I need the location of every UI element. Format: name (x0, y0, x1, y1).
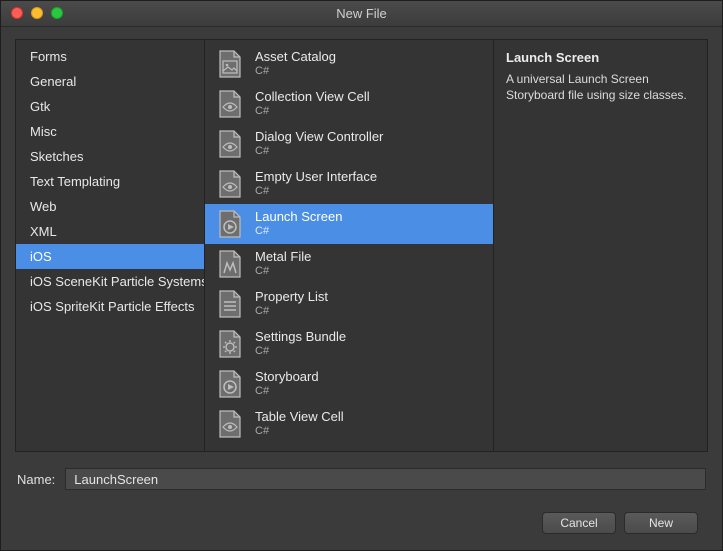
cancel-button[interactable]: Cancel (542, 512, 616, 534)
template-item[interactable]: Metal FileC# (205, 244, 493, 284)
template-title: Dialog View Controller (255, 130, 383, 144)
template-item[interactable]: Settings BundleC# (205, 324, 493, 364)
name-row: Name: (17, 468, 706, 490)
doc-eye-icon (215, 168, 245, 200)
category-item[interactable]: iOS (16, 244, 204, 269)
template-text: Metal FileC# (255, 250, 311, 278)
template-title: Asset Catalog (255, 50, 336, 64)
template-item[interactable]: Asset CatalogC# (205, 44, 493, 84)
template-title: Metal File (255, 250, 311, 264)
description-title: Launch Screen (506, 50, 695, 65)
doc-eye-icon (215, 408, 245, 440)
template-list[interactable]: Asset CatalogC#Collection View CellC#Dia… (204, 39, 494, 452)
doc-asset-icon (215, 48, 245, 80)
category-item[interactable]: Text Templating (16, 169, 204, 194)
template-subtitle: C# (255, 344, 346, 358)
template-text: Table View CellC# (255, 410, 344, 438)
template-text: StoryboardC# (255, 370, 319, 398)
doc-gear-icon (215, 328, 245, 360)
template-item[interactable]: Table View CellC# (205, 404, 493, 444)
titlebar: New File (1, 1, 722, 27)
window-title: New File (1, 6, 722, 21)
description-body: A universal Launch Screen Storyboard fil… (506, 71, 695, 103)
footer: Cancel New (15, 498, 708, 550)
template-subtitle: C# (255, 304, 328, 318)
traffic-lights (11, 7, 63, 19)
template-subtitle: C# (255, 144, 383, 158)
template-subtitle: C# (255, 264, 311, 278)
minimize-icon[interactable] (31, 7, 43, 19)
template-title: Property List (255, 290, 328, 304)
template-subtitle: C# (255, 384, 319, 398)
template-subtitle: C# (255, 64, 336, 78)
description-pane: Launch Screen A universal Launch Screen … (493, 39, 708, 452)
panes: FormsGeneralGtkMiscSketchesText Templati… (15, 39, 708, 452)
template-item[interactable]: Collection View CellC# (205, 84, 493, 124)
template-item[interactable]: Launch ScreenC# (205, 204, 493, 244)
category-item[interactable]: General (16, 69, 204, 94)
template-text: Launch ScreenC# (255, 210, 342, 238)
dialog-body: FormsGeneralGtkMiscSketchesText Templati… (1, 27, 722, 550)
template-item[interactable]: Empty User InterfaceC# (205, 164, 493, 204)
template-subtitle: C# (255, 104, 370, 118)
category-item[interactable]: iOS SpriteKit Particle Effects (16, 294, 204, 319)
zoom-icon[interactable] (51, 7, 63, 19)
doc-play-icon (215, 208, 245, 240)
template-item[interactable]: Property ListC# (205, 284, 493, 324)
doc-list-icon (215, 288, 245, 320)
template-title: Table View Cell (255, 410, 344, 424)
template-item[interactable]: StoryboardC# (205, 364, 493, 404)
template-text: Settings BundleC# (255, 330, 346, 358)
template-text: Empty User InterfaceC# (255, 170, 377, 198)
template-subtitle: C# (255, 224, 342, 238)
close-icon[interactable] (11, 7, 23, 19)
category-item[interactable]: Web (16, 194, 204, 219)
category-item[interactable]: Sketches (16, 144, 204, 169)
doc-play-icon (215, 368, 245, 400)
template-text: Collection View CellC# (255, 90, 370, 118)
new-button[interactable]: New (624, 512, 698, 534)
name-label: Name: (17, 472, 55, 487)
category-list[interactable]: FormsGeneralGtkMiscSketchesText Templati… (15, 39, 205, 452)
template-title: Storyboard (255, 370, 319, 384)
template-title: Settings Bundle (255, 330, 346, 344)
new-file-dialog: New File FormsGeneralGtkMiscSketchesText… (0, 0, 723, 551)
category-item[interactable]: XML (16, 219, 204, 244)
template-text: Property ListC# (255, 290, 328, 318)
doc-eye-icon (215, 128, 245, 160)
template-subtitle: C# (255, 184, 377, 198)
template-subtitle: C# (255, 424, 344, 438)
doc-metal-icon (215, 248, 245, 280)
template-item[interactable]: Dialog View ControllerC# (205, 124, 493, 164)
name-input[interactable] (65, 468, 706, 490)
doc-eye-icon (215, 88, 245, 120)
category-item[interactable]: Forms (16, 44, 204, 69)
category-item[interactable]: iOS SceneKit Particle Systems (16, 269, 204, 294)
template-title: Empty User Interface (255, 170, 377, 184)
category-item[interactable]: Misc (16, 119, 204, 144)
template-text: Asset CatalogC# (255, 50, 336, 78)
template-title: Launch Screen (255, 210, 342, 224)
template-title: Collection View Cell (255, 90, 370, 104)
template-text: Dialog View ControllerC# (255, 130, 383, 158)
category-item[interactable]: Gtk (16, 94, 204, 119)
